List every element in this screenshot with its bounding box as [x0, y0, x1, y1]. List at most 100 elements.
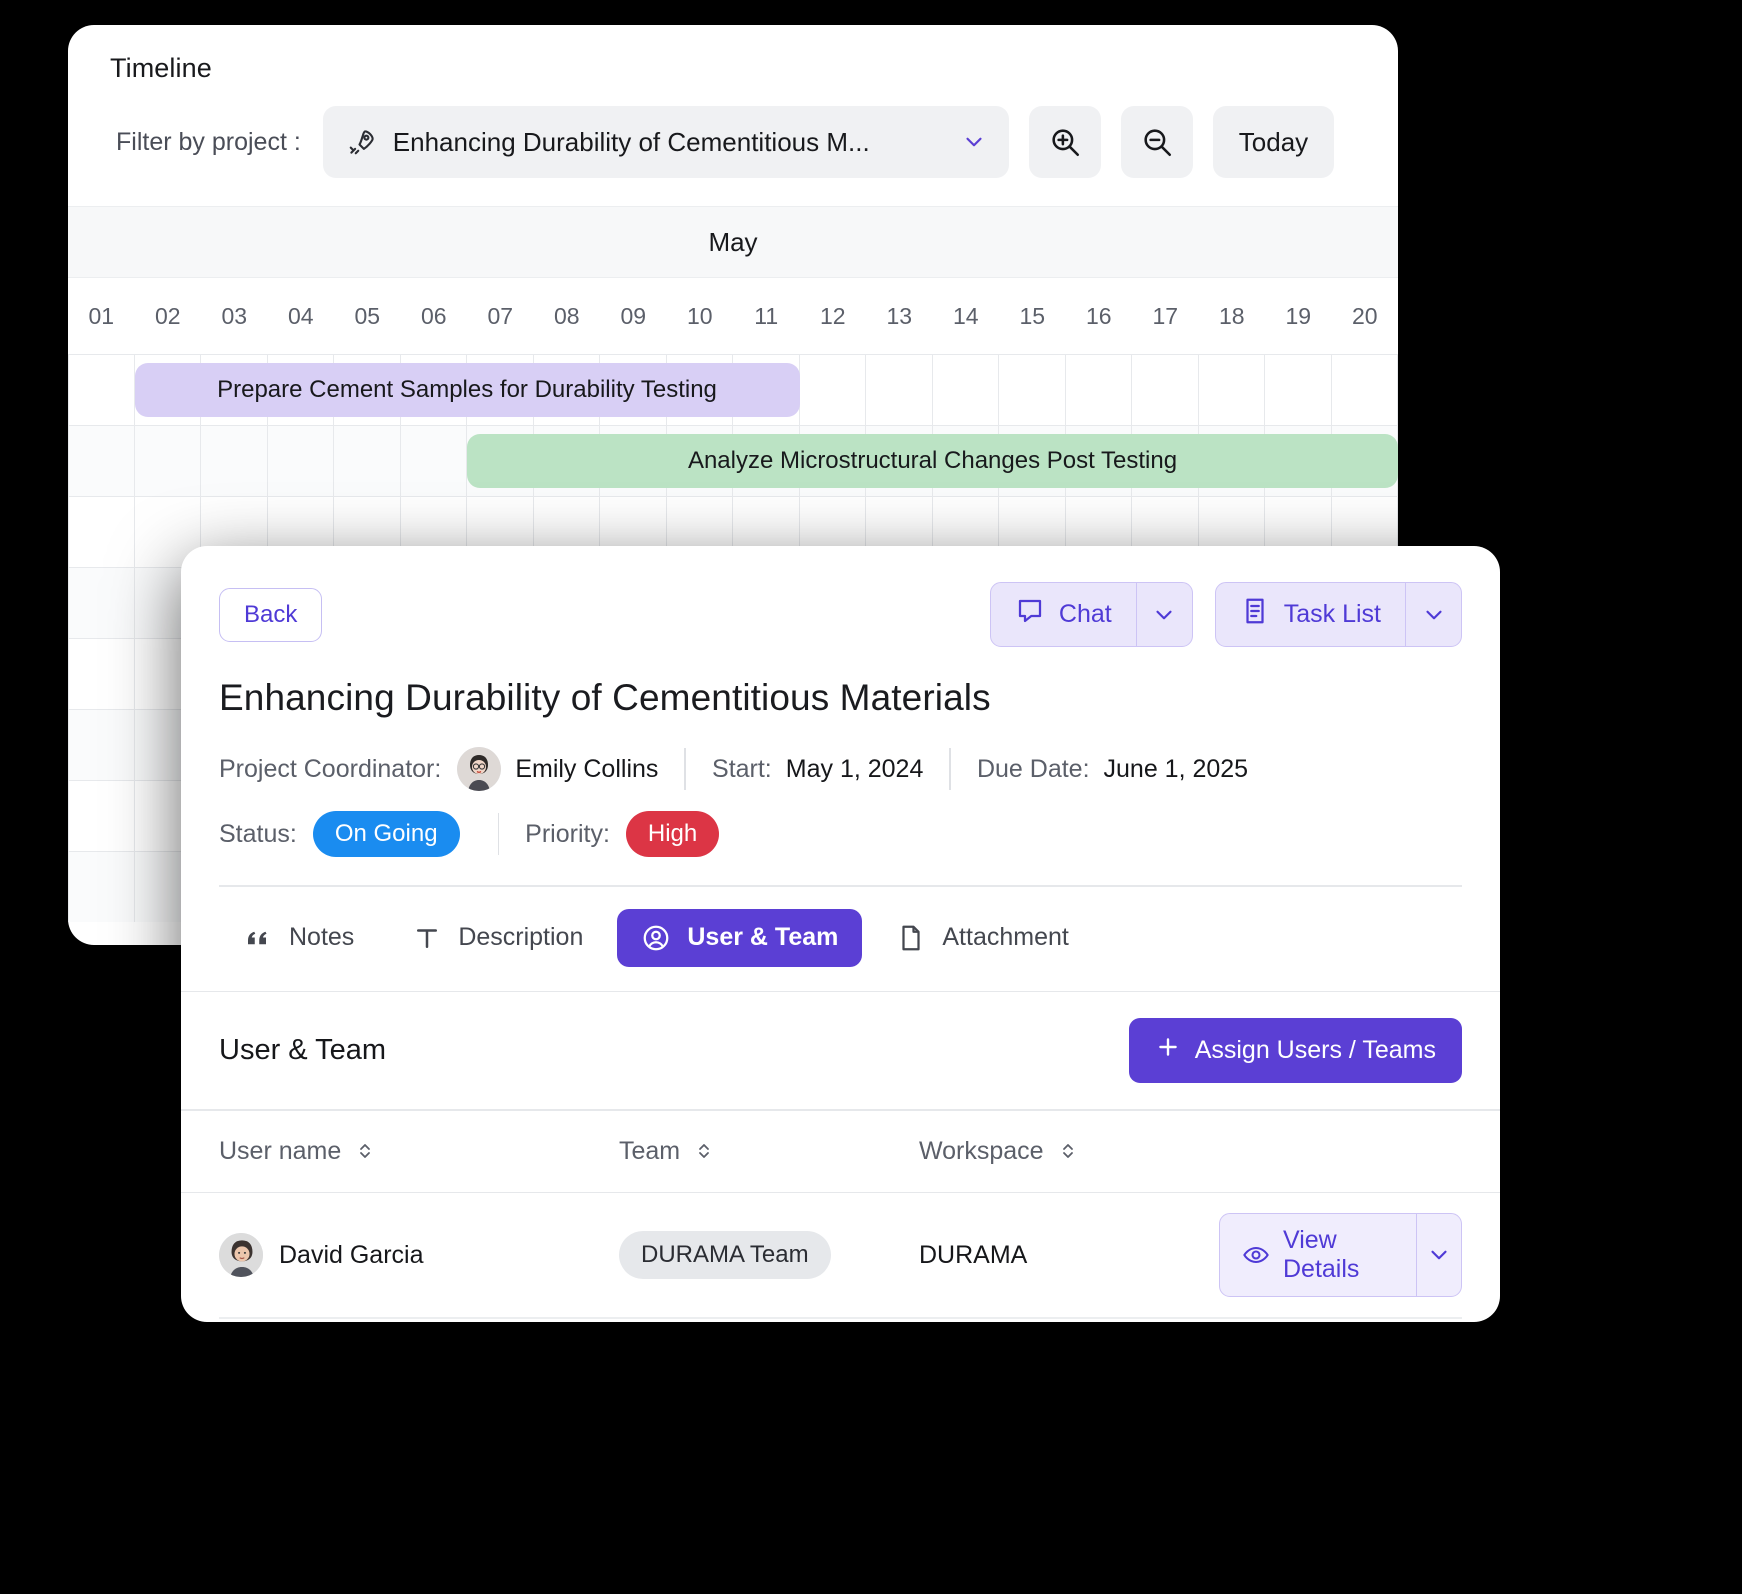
view-details-button[interactable]: View Details [1219, 1213, 1462, 1298]
rocket-icon [347, 127, 377, 157]
status-label: Status: [219, 819, 297, 848]
calendar-cell[interactable] [68, 426, 135, 496]
priority-label: Priority: [525, 819, 610, 848]
tab-description[interactable]: Description [388, 909, 607, 967]
chat-button-main[interactable]: Chat [991, 583, 1136, 646]
detail-tabs: Notes Description User & Team Attachment [219, 887, 1462, 991]
calendar-cell[interactable] [268, 426, 334, 496]
calendar-cell[interactable] [999, 355, 1066, 425]
eye-icon [1242, 1241, 1270, 1269]
column-header-user-name[interactable]: User name [219, 1137, 619, 1166]
calendar-cell[interactable] [1265, 355, 1332, 425]
calendar-day-15: 15 [1019, 302, 1046, 329]
chat-button-label: Chat [1058, 600, 1112, 628]
back-button[interactable]: Back [219, 587, 323, 642]
calendar-cell[interactable] [68, 497, 135, 567]
table-row[interactable]: Jessica ThomsonDURAMA TeamDURAMAView Det… [219, 1319, 1462, 1322]
calendar-month-label: May [68, 206, 1398, 278]
tab-attachment[interactable]: Attachment [872, 909, 1092, 967]
chat-dropdown-toggle[interactable] [1135, 583, 1192, 646]
sort-icon[interactable] [1056, 1139, 1080, 1163]
calendar-cell[interactable] [68, 639, 135, 709]
calendar-day-10: 10 [686, 302, 713, 329]
coordinator-label: Project Coordinator: [219, 754, 442, 783]
calendar-day-18: 18 [1218, 302, 1245, 329]
calendar-cell[interactable] [68, 710, 135, 780]
user-team-section-header: User & Team Assign Users / Teams [219, 992, 1462, 1109]
tab-label: User & Team [687, 923, 839, 952]
project-filter-select[interactable]: Enhancing Durability of Cementitious M..… [322, 106, 1009, 178]
due-date-label: Due Date: [976, 754, 1090, 783]
cell-team: DURAMA Team [619, 1231, 919, 1280]
calendar-cell[interactable] [866, 355, 933, 425]
calendar-cell[interactable] [933, 355, 999, 425]
tab-label: Notes [289, 923, 355, 952]
calendar-cell[interactable] [68, 781, 135, 851]
tab-label: Description [458, 923, 584, 952]
calendar-day-headers: 01 02 03 04 05 06 07 08 09 10 11 12 13 14 15 16 17 18 19 20 [68, 278, 1398, 354]
calendar-cell[interactable] [68, 568, 135, 638]
assign-button-label: Assign Users / Teams [1194, 1036, 1436, 1065]
calendar-cell[interactable] [68, 355, 135, 425]
table-header: User name Team Workspace [219, 1111, 1462, 1192]
meta-divider-2 [949, 748, 951, 790]
status-badge: On Going [312, 811, 460, 857]
calendar-cell[interactable] [401, 426, 467, 496]
calendar-day-09: 09 [620, 302, 647, 329]
zoom-in-button[interactable] [1028, 106, 1101, 178]
status-divider [497, 813, 500, 855]
view-details-dropdown-toggle[interactable] [1416, 1214, 1461, 1297]
calendar-cell[interactable] [1199, 355, 1265, 425]
tab-notes[interactable]: Notes [219, 909, 378, 967]
calendar-day-02: 02 [154, 302, 181, 329]
chat-button[interactable]: Chat [989, 582, 1193, 647]
zoom-out-button[interactable] [1120, 106, 1193, 178]
calendar-cell[interactable] [201, 426, 268, 496]
coordinator-name: Emily Collins [515, 754, 659, 783]
user-name: David Garcia [279, 1240, 424, 1269]
calendar-day-14: 14 [952, 302, 979, 329]
calendar-cell[interactable] [800, 355, 866, 425]
task-list-button-main[interactable]: Task List [1216, 583, 1405, 646]
page-title: Timeline [110, 53, 212, 83]
column-header-team[interactable]: Team [619, 1137, 919, 1166]
calendar-cell[interactable] [334, 426, 401, 496]
detail-panel-header: Back Chat Task List [219, 546, 1462, 647]
assign-users-teams-button[interactable]: Assign Users / Teams [1128, 1018, 1462, 1084]
file-icon [896, 923, 926, 953]
task-list-dropdown-toggle[interactable] [1405, 583, 1461, 646]
tab-user-team[interactable]: User & Team [617, 908, 863, 967]
sort-icon[interactable] [692, 1139, 716, 1163]
calendar-day-05: 05 [354, 302, 381, 329]
calendar-day-12: 12 [819, 302, 846, 329]
task-list-button[interactable]: Task List [1214, 582, 1462, 647]
today-button[interactable]: Today [1212, 106, 1335, 178]
gantt-bar[interactable]: Analyze Microstructural Changes Post Tes… [467, 434, 1398, 488]
project-status-row: Status: On Going Priority: High [219, 811, 1462, 857]
sort-icon[interactable] [353, 1139, 377, 1163]
calendar-cell[interactable] [68, 852, 135, 922]
section-title: User & Team [219, 1034, 387, 1067]
calendar-cell[interactable] [1066, 355, 1132, 425]
column-label: Workspace [919, 1136, 1044, 1165]
view-details-main[interactable]: View Details [1220, 1214, 1416, 1296]
table-row[interactable]: David Garcia DURAMA Team DURAMA View Detail… [219, 1193, 1462, 1317]
column-header-workspace[interactable]: Workspace [919, 1137, 1219, 1166]
chat-bubble-icon [1015, 596, 1045, 633]
calendar-cell[interactable] [135, 426, 201, 496]
view-details-label: View Details [1283, 1226, 1360, 1284]
calendar-day-01: 01 [88, 302, 115, 329]
user-circle-icon [641, 923, 671, 953]
avatar [457, 747, 502, 791]
gantt-bar-label: Analyze Microstructural Changes Post Tes… [687, 447, 1178, 474]
calendar-day-17: 17 [1152, 302, 1179, 329]
calendar-day-13: 13 [886, 302, 913, 329]
calendar-day-07: 07 [487, 302, 514, 329]
document-icon [1240, 596, 1270, 633]
calendar-day-06: 06 [420, 302, 447, 329]
plus-icon [1155, 1034, 1181, 1067]
gantt-bar[interactable]: Prepare Cement Samples for Durability Te… [134, 363, 800, 417]
priority-badge: High [625, 811, 720, 857]
calendar-cell[interactable] [1132, 355, 1199, 425]
calendar-cell[interactable] [1332, 355, 1398, 425]
